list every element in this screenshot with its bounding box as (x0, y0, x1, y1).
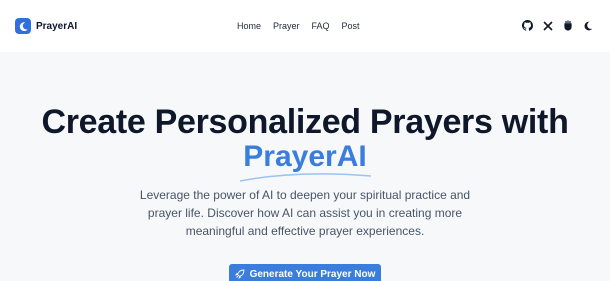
main-nav: Home Prayer FAQ Post (237, 21, 372, 31)
rocket-icon (234, 269, 245, 279)
moon-icon[interactable] (582, 20, 593, 31)
brand[interactable]: PrayerAI (15, 18, 77, 34)
brand-name: PrayerAI (36, 20, 78, 32)
product-hunt-icon[interactable] (562, 20, 573, 31)
x-icon[interactable] (542, 20, 553, 31)
nav-prayer[interactable]: Prayer (273, 21, 300, 31)
generate-prayer-label: Generate Your Prayer Now (249, 268, 376, 280)
header: PrayerAI Home Prayer FAQ Post (0, 0, 610, 52)
generate-prayer-button[interactable]: Generate Your Prayer Now (229, 264, 381, 281)
underline-swoosh (239, 173, 372, 182)
header-icons (522, 20, 602, 31)
nav-post[interactable]: Post (342, 21, 360, 31)
hero-brand-highlight: PrayerAI (243, 140, 367, 173)
logo-moon-icon (15, 18, 31, 34)
nav-faq[interactable]: FAQ (312, 21, 330, 31)
nav-home[interactable]: Home (237, 21, 261, 31)
hero-title: Create Personalized Prayers with (41, 103, 569, 141)
github-icon[interactable] (522, 20, 533, 31)
hero-description: Leverage the power of AI to deepen your … (139, 188, 471, 238)
